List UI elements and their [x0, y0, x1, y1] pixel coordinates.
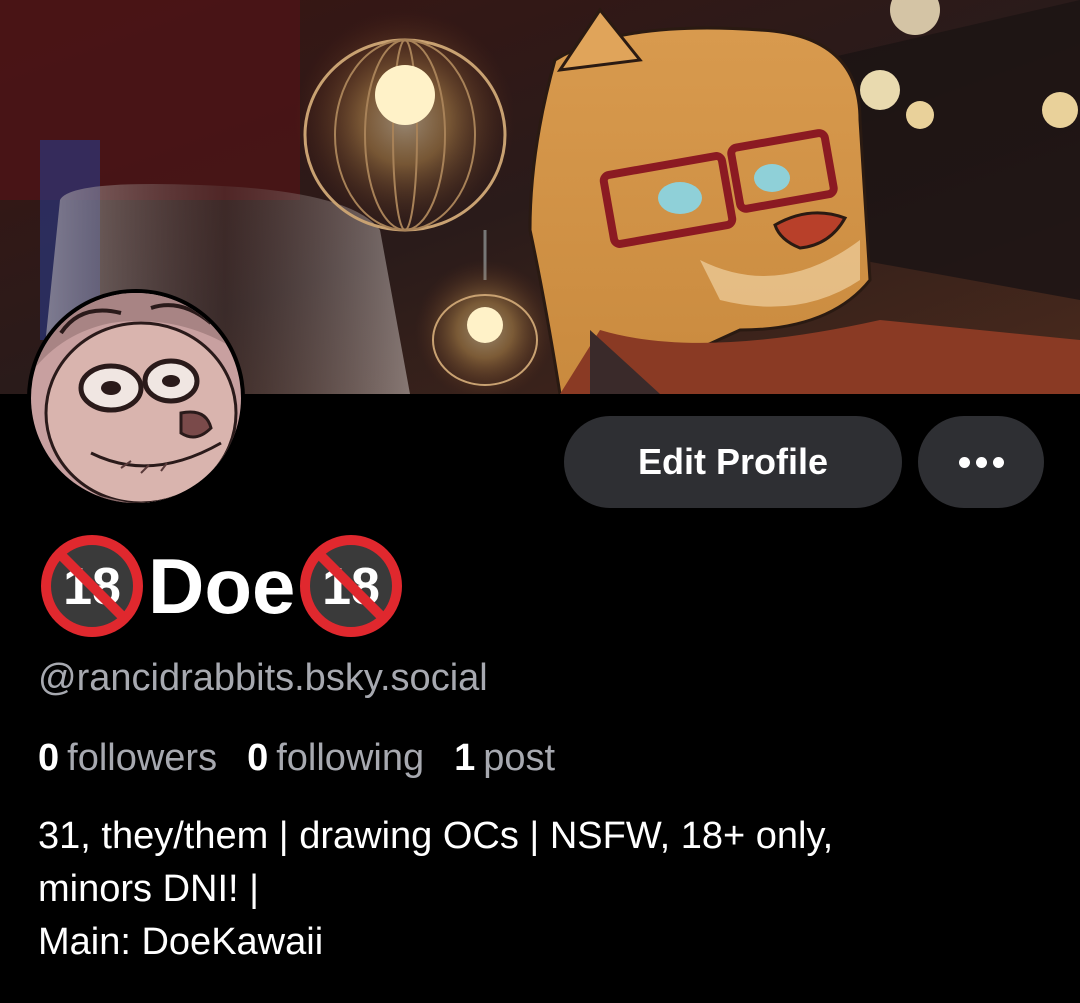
bio-line: Main: DoeKawaii — [38, 921, 324, 964]
posts-count: 1 — [454, 737, 476, 779]
following-stat[interactable]: 0 following — [247, 736, 424, 782]
bio-line: 31, they/them | drawing OCs | NSFW, 18+ … — [38, 815, 834, 857]
followers-label: followers — [67, 737, 218, 779]
posts-stat: 1 post — [454, 736, 555, 782]
followers-count: 0 — [38, 737, 60, 779]
profile-handle: @rancidrabbits.bsky.social — [38, 657, 488, 699]
followers-stat[interactable]: 0 followers — [38, 736, 217, 782]
following-count: 0 — [247, 737, 269, 779]
following-label: following — [276, 737, 425, 779]
edit-profile-button[interactable]: Edit Profile — [564, 416, 902, 508]
display-name-text: Doe — [148, 542, 296, 630]
no-under-18-icon: 18 — [300, 535, 403, 637]
more-options-button[interactable] — [918, 416, 1044, 508]
avatar-image[interactable] — [27, 289, 245, 507]
ellipsis-icon — [992, 456, 1004, 468]
posts-label: post — [483, 737, 556, 779]
ellipsis-icon — [958, 456, 970, 468]
profile-bio: 31, they/them | drawing OCs | NSFW, 18+ … — [38, 810, 1048, 970]
ellipsis-icon — [975, 456, 987, 468]
bio-line: minors DNI! | — [38, 868, 260, 911]
no-under-18-icon: 18 — [41, 535, 143, 637]
profile-stats: 0 followers 0 following 1 post — [38, 736, 555, 782]
display-name: 18 Doe 18 — [38, 535, 405, 637]
